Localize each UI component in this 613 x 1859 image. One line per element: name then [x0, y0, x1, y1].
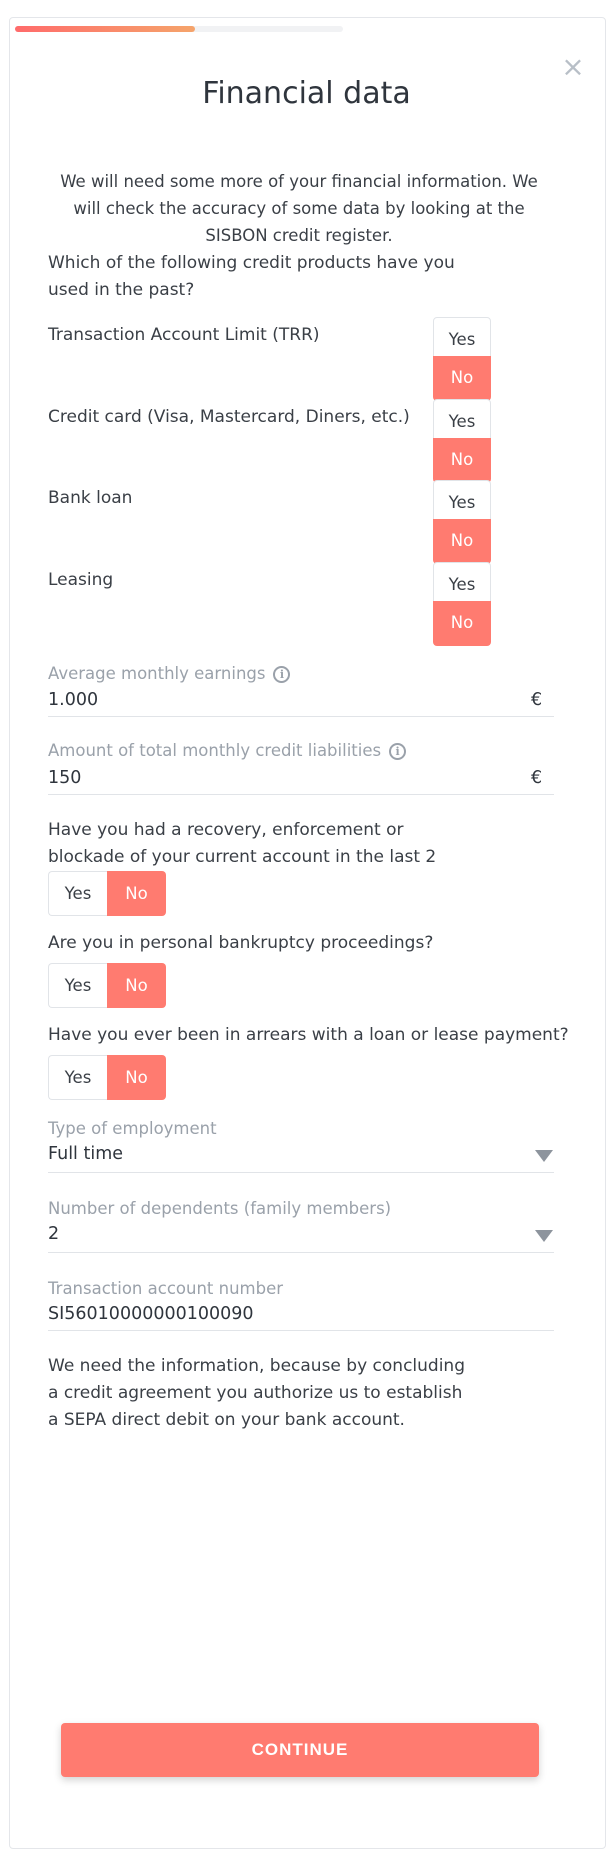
earnings-label: Average monthly earnings i [48, 664, 291, 683]
progress-bar [15, 26, 343, 32]
liabilities-label: Amount of total monthly credit liabiliti… [48, 741, 407, 760]
intro-text: We will need some more of your financial… [60, 172, 538, 245]
credit-product-label-trr: Transaction Account Limit (TRR) [48, 325, 320, 345]
earnings-underline [48, 716, 554, 717]
chevron-down-icon[interactable] [535, 1230, 553, 1242]
arrears-question: Have you ever been in arrears with a loa… [48, 1025, 569, 1045]
credit-product-label-bank-loan: Bank loan [48, 488, 133, 508]
progress-fill [15, 26, 196, 32]
arrears-no-button[interactable]: No [107, 1055, 166, 1100]
dependents-label: Number of dependents (family members) [48, 1199, 392, 1218]
liabilities-unit: € [531, 768, 543, 788]
arrears-yes-button[interactable]: Yes [48, 1055, 107, 1100]
bankruptcy-no-button[interactable]: No [107, 963, 166, 1008]
recovery-toggle: Yes No [48, 871, 166, 916]
dependents-underline [48, 1252, 554, 1253]
sepa-note: We need the information, because by conc… [48, 1356, 465, 1430]
recovery-no-button[interactable]: No [107, 871, 166, 916]
dependents-select[interactable]: 2 [48, 1224, 59, 1244]
bankruptcy-question: Are you in personal bankruptcy proceedin… [48, 933, 434, 953]
account-label: Transaction account number [48, 1279, 284, 1298]
account-input[interactable]: SI56010000000100090 [48, 1304, 254, 1324]
employment-underline [48, 1172, 554, 1173]
credit-card-no-button[interactable]: No [433, 438, 491, 483]
recovery-yes-button[interactable]: Yes [48, 871, 107, 916]
bankruptcy-toggle: Yes No [48, 963, 166, 1008]
employment-select[interactable]: Full time [48, 1144, 123, 1164]
employment-label: Type of employment [48, 1119, 217, 1138]
credit-product-label-credit-card: Credit card (Visa, Mastercard, Diners, e… [48, 407, 410, 427]
account-underline [48, 1330, 554, 1331]
chevron-down-icon[interactable] [535, 1150, 553, 1162]
earnings-input[interactable]: 1.000 [48, 690, 98, 710]
info-icon[interactable]: i [273, 666, 291, 683]
leasing-no-button[interactable]: No [433, 601, 491, 646]
trr-no-button[interactable]: No [433, 356, 491, 401]
credit-products-question: Which of the following credit products h… [48, 253, 455, 300]
liabilities-underline [48, 794, 554, 795]
liabilities-input[interactable]: 150 [48, 768, 81, 788]
arrears-toggle: Yes No [48, 1055, 166, 1100]
page-title: Financial data [202, 76, 411, 111]
bankruptcy-yes-button[interactable]: Yes [48, 963, 107, 1008]
credit-product-label-leasing: Leasing [48, 570, 114, 590]
info-icon[interactable]: i [389, 743, 407, 760]
bank-loan-no-button[interactable]: No [433, 519, 491, 564]
earnings-unit: € [531, 690, 543, 710]
continue-button[interactable]: CONTINUE [61, 1723, 539, 1777]
